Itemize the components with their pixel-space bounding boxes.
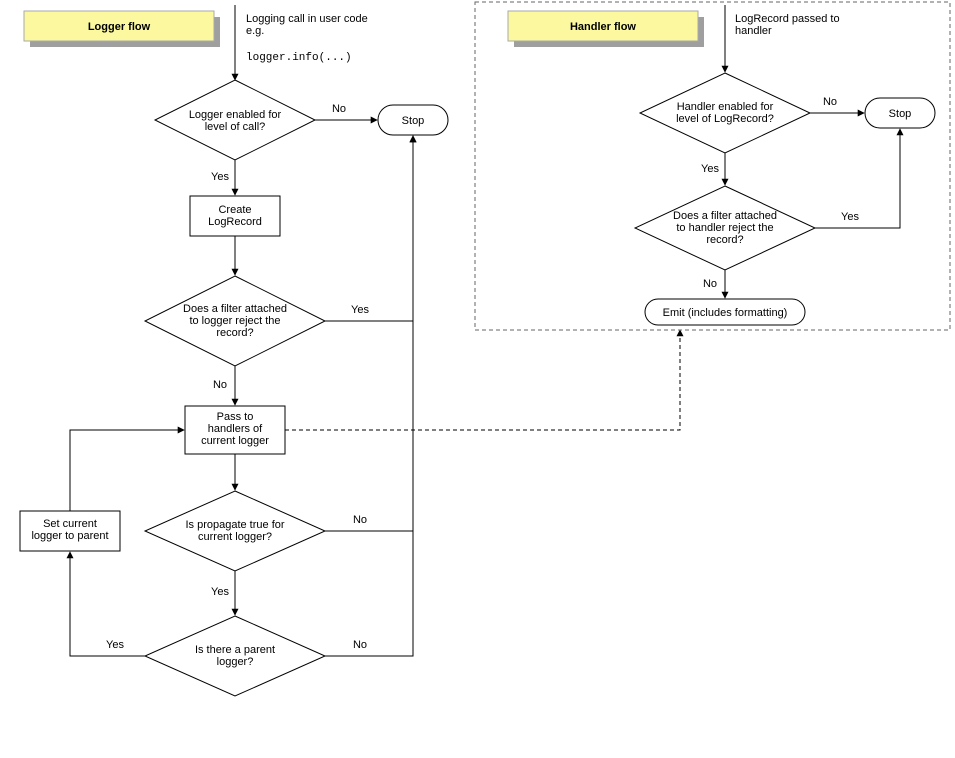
logger-create-record: CreateLogRecord	[190, 196, 280, 236]
logger-decision-filter: Does a filter attachedto logger reject t…	[145, 276, 325, 366]
logger-decision-parent: Is there a parentlogger?	[145, 616, 325, 696]
svg-text:Logging call in user codee.g.: Logging call in user codee.g.	[246, 13, 368, 37]
svg-text:Yes: Yes	[106, 639, 124, 651]
handler-start: LogRecord passed tohandler	[735, 13, 840, 37]
logger-decision-enabled: Logger enabled forlevel of call?	[155, 80, 315, 160]
handler-decision-filter: Does a filter attachedto handler reject …	[635, 186, 815, 270]
svg-text:Yes: Yes	[351, 304, 369, 316]
svg-text:No: No	[213, 379, 227, 391]
logger-decision-propagate: Is propagate true forcurrent logger?	[145, 491, 325, 571]
svg-text:Yes: Yes	[211, 586, 229, 598]
svg-text:Stop: Stop	[889, 108, 912, 120]
handler-stop: Stop	[865, 98, 935, 128]
flow-diagram: Logger flow Logging call in user codee.g…	[0, 0, 955, 758]
svg-text:Yes: Yes	[211, 171, 229, 183]
handler-title-text: Handler flow	[570, 21, 636, 33]
svg-text:Stop: Stop	[402, 115, 425, 127]
logger-pass-handlers: Pass tohandlers ofcurrent logger	[185, 406, 285, 454]
svg-text:logger.info(...): logger.info(...)	[246, 52, 352, 64]
logger-title: Logger flow	[24, 11, 220, 47]
logger-title-text: Logger flow	[88, 21, 151, 33]
svg-text:LogRecord passed tohandler: LogRecord passed tohandler	[735, 13, 840, 37]
logger-stop: Stop	[378, 105, 448, 135]
svg-text:No: No	[353, 639, 367, 651]
svg-text:Yes: Yes	[701, 163, 719, 175]
svg-text:No: No	[332, 103, 346, 115]
handler-decision-enabled: Handler enabled forlevel of LogRecord?	[640, 73, 810, 153]
svg-text:Is propagate true forcurrent l: Is propagate true forcurrent logger?	[185, 519, 284, 543]
svg-text:Handler enabled forlevel of Lo: Handler enabled forlevel of LogRecord?	[676, 101, 774, 125]
logger-start: Logging call in user codee.g. logger.inf…	[246, 13, 368, 64]
handler-emit: Emit (includes formatting)	[645, 299, 805, 325]
svg-text:No: No	[703, 278, 717, 290]
svg-text:Emit (includes formatting): Emit (includes formatting)	[663, 307, 788, 319]
logger-set-parent: Set currentlogger to parent	[20, 511, 120, 551]
svg-text:Yes: Yes	[841, 211, 859, 223]
handler-title: Handler flow	[508, 11, 704, 47]
svg-text:No: No	[353, 514, 367, 526]
svg-text:No: No	[823, 96, 837, 108]
